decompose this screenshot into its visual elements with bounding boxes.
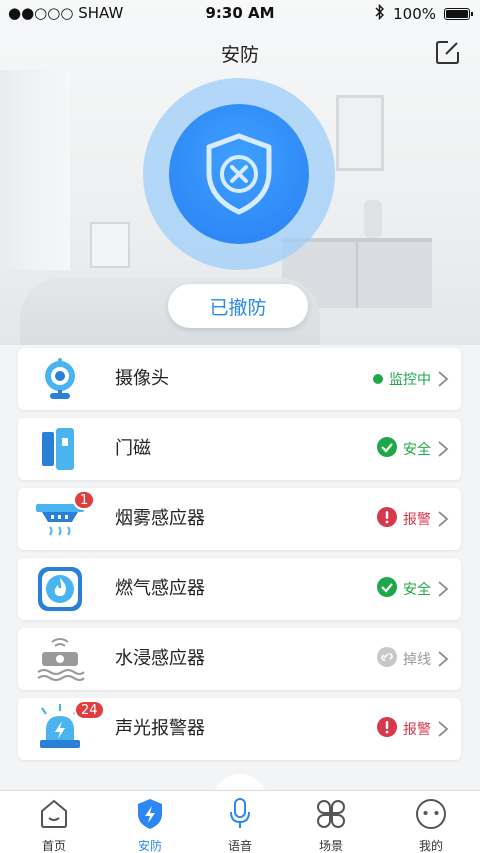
device-name: 门磁 [115,438,151,459]
device-name: 摄像头 [115,368,169,389]
device-status: 掉线 [377,628,431,690]
scene-icon [317,800,345,828]
alert-circle-icon [377,507,397,531]
tab-label: 首页 [41,839,66,853]
tab-label: 我的 [418,839,443,853]
status-right: 100% [375,3,473,24]
tab-bar: 首页 安防 语音 场景 我的 [0,790,480,853]
device-name: 声光报警器 [115,718,205,739]
tab-security[interactable]: 安防 [102,797,198,853]
status-bar: ●●○○○ SHAW 9:30 AM 100% [0,0,480,28]
check-circle-icon [377,577,397,601]
device-status-label: 掉线 [403,652,431,668]
status-dot-icon [373,374,383,384]
device-name: 烟雾感应器 [115,508,205,529]
alert-circle-icon [377,717,397,741]
alert-count-badge: 24 [74,700,105,720]
battery-icon [444,8,473,20]
tab-home[interactable]: 首页 [6,797,102,853]
chevron-right-icon [438,441,449,457]
window-decor [0,70,70,270]
device-name: 燃气感应器 [115,578,205,599]
shield-x-icon[interactable] [169,104,309,244]
home-icon [41,799,67,828]
device-status-label: 安全 [403,442,431,458]
edit-icon[interactable] [434,38,462,66]
tab-scene[interactable]: 场景 [283,797,379,853]
device-card-siren[interactable]: 24 声光报警器 报警 [18,698,461,760]
chevron-right-icon [438,721,449,737]
device-status: 安全 [377,418,431,480]
device-list: 摄像头 监控中 门磁 安全 1 烟雾感应器 报警 燃气感应器 安全 水浸感应器 … [18,348,461,768]
tab-label: 场景 [318,839,343,853]
device-card-gas-sensor[interactable]: 燃气感应器 安全 [18,558,461,620]
device-status-label: 报警 [403,722,431,738]
chevron-right-icon [438,371,449,387]
battery-percent: 100% [393,5,436,23]
vase-decor [364,200,382,238]
wall-frame-decor [90,222,130,268]
chevron-right-icon [438,651,449,667]
tab-voice[interactable]: 语音 [192,797,288,853]
tab-label: 语音 [227,839,252,853]
chevron-right-icon [438,581,449,597]
profile-icon [416,799,446,829]
device-status-label: 报警 [403,512,431,528]
shield-bolt-icon [138,799,162,829]
device-card-water-sensor[interactable]: 水浸感应器 掉线 [18,628,461,690]
microphone-icon [230,798,250,828]
device-status: 报警 [377,488,431,550]
gas-sensor-icon [34,564,86,614]
device-card-smoke-detector[interactable]: 1 烟雾感应器 报警 [18,488,461,550]
camera-icon [34,354,86,404]
chevron-right-icon [438,511,449,527]
device-status: 监控中 [373,348,431,410]
tab-profile[interactable]: 我的 [383,797,479,853]
check-circle-icon [377,437,397,461]
device-status: 报警 [377,698,431,760]
device-status: 安全 [377,558,431,620]
bluetooth-icon [375,3,385,24]
water-sensor-icon [34,634,86,684]
tab-label: 安防 [137,839,162,853]
device-card-camera[interactable]: 摄像头 监控中 [18,348,461,410]
device-card-door-sensor[interactable]: 门磁 安全 [18,418,461,480]
link-offline-icon [377,647,397,671]
wall-frame-decor [336,95,384,171]
door-sensor-icon [34,424,86,474]
nav-bar: 安防 [0,28,480,76]
device-status-label: 安全 [403,582,431,598]
page-title: 安防 [220,44,259,66]
device-name: 水浸感应器 [115,648,205,669]
disarm-status-button[interactable]: 已撤防 [168,284,308,328]
alert-count-badge: 1 [73,490,96,510]
device-status-label: 监控中 [389,372,431,388]
